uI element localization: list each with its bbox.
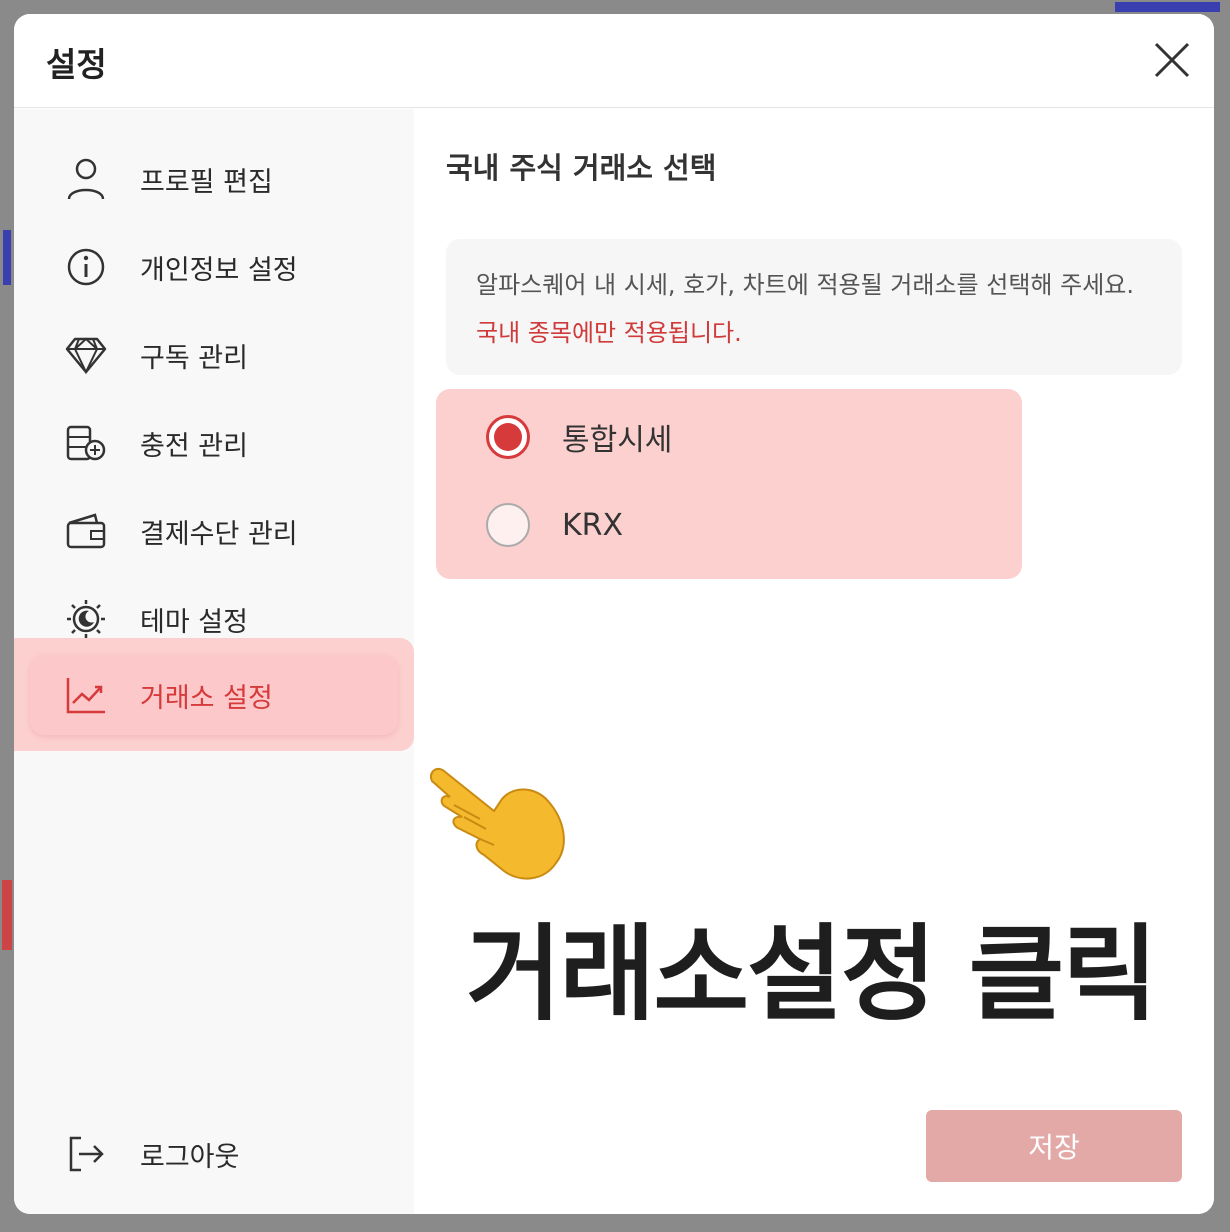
pointing-hand-icon bbox=[424, 759, 574, 889]
sidebar-item-logout[interactable]: 로그아웃 bbox=[30, 1114, 398, 1194]
save-button[interactable]: 저장 bbox=[926, 1110, 1182, 1182]
chart-line-icon bbox=[64, 673, 108, 717]
settings-sidebar: 프로필 편집 개인정보 설정 구독 관리 충전 관리 결제수단 관리 테마 설정… bbox=[14, 109, 414, 1214]
wallet-icon bbox=[64, 509, 108, 553]
dialog-header: 설정 bbox=[14, 14, 1214, 108]
background-candle bbox=[2, 880, 12, 950]
info-box: 알파스퀘어 내 시세, 호가, 차트에 적용될 거래소를 선택해 주세요. 국내… bbox=[446, 239, 1182, 375]
background-price-tag bbox=[1115, 2, 1220, 12]
sidebar-item-payment[interactable]: 결제수단 관리 bbox=[30, 491, 398, 571]
info-text: 알파스퀘어 내 시세, 호가, 차트에 적용될 거래소를 선택해 주세요. bbox=[476, 271, 1134, 299]
radio-option-krx[interactable]: KRX bbox=[486, 495, 623, 555]
theme-sun-moon-icon bbox=[64, 597, 108, 641]
logout-label: 로그아웃 bbox=[140, 1141, 240, 1173]
sidebar-item-label: 구독 관리 bbox=[140, 342, 248, 374]
info-icon bbox=[64, 245, 108, 289]
sidebar-item-subscription[interactable]: 구독 관리 bbox=[30, 315, 398, 395]
section-title: 국내 주식 거래소 선택 bbox=[446, 151, 717, 185]
sidebar-item-profile[interactable]: 프로필 편집 bbox=[30, 139, 398, 219]
coin-stack-icon bbox=[64, 421, 108, 465]
radio-label: 통합시세 bbox=[562, 423, 673, 458]
sidebar-item-charge[interactable]: 충전 관리 bbox=[30, 403, 398, 483]
sidebar-item-exchange[interactable]: 거래소 설정 bbox=[30, 655, 398, 735]
radio-label: KRX bbox=[562, 507, 624, 543]
user-icon bbox=[64, 157, 108, 201]
radio-option-integrated[interactable]: 통합시세 bbox=[486, 407, 672, 467]
settings-content: 국내 주식 거래소 선택 알파스퀘어 내 시세, 호가, 차트에 적용될 거래소… bbox=[414, 109, 1214, 1214]
sidebar-item-label: 개인정보 설정 bbox=[140, 254, 298, 286]
settings-dialog: 설정 프로필 편집 개인정보 설정 구독 관리 충전 관리 결제수단 관리 테마… bbox=[14, 14, 1214, 1214]
logout-icon bbox=[64, 1132, 108, 1176]
sidebar-item-label: 결제수단 관리 bbox=[140, 518, 298, 550]
sidebar-item-theme[interactable]: 테마 설정 bbox=[30, 579, 398, 659]
sidebar-item-privacy[interactable]: 개인정보 설정 bbox=[30, 227, 398, 307]
sidebar-item-label: 테마 설정 bbox=[140, 606, 248, 638]
diamond-icon bbox=[64, 333, 108, 377]
annotation-text: 거래소설정 클릭 bbox=[466, 913, 1158, 1035]
radio-button-checked[interactable] bbox=[486, 415, 530, 459]
sidebar-item-label: 프로필 편집 bbox=[140, 166, 273, 198]
sidebar-item-label: 충전 관리 bbox=[140, 430, 248, 462]
background-candle bbox=[3, 230, 11, 285]
dialog-title: 설정 bbox=[46, 45, 107, 84]
sidebar-item-label: 거래소 설정 bbox=[140, 682, 273, 714]
radio-button-unchecked[interactable] bbox=[486, 503, 530, 547]
close-icon[interactable] bbox=[1152, 40, 1192, 80]
info-highlight: 국내 종목에만 적용됩니다. bbox=[476, 319, 742, 347]
exchange-radio-group: 통합시세 KRX bbox=[436, 389, 1022, 579]
